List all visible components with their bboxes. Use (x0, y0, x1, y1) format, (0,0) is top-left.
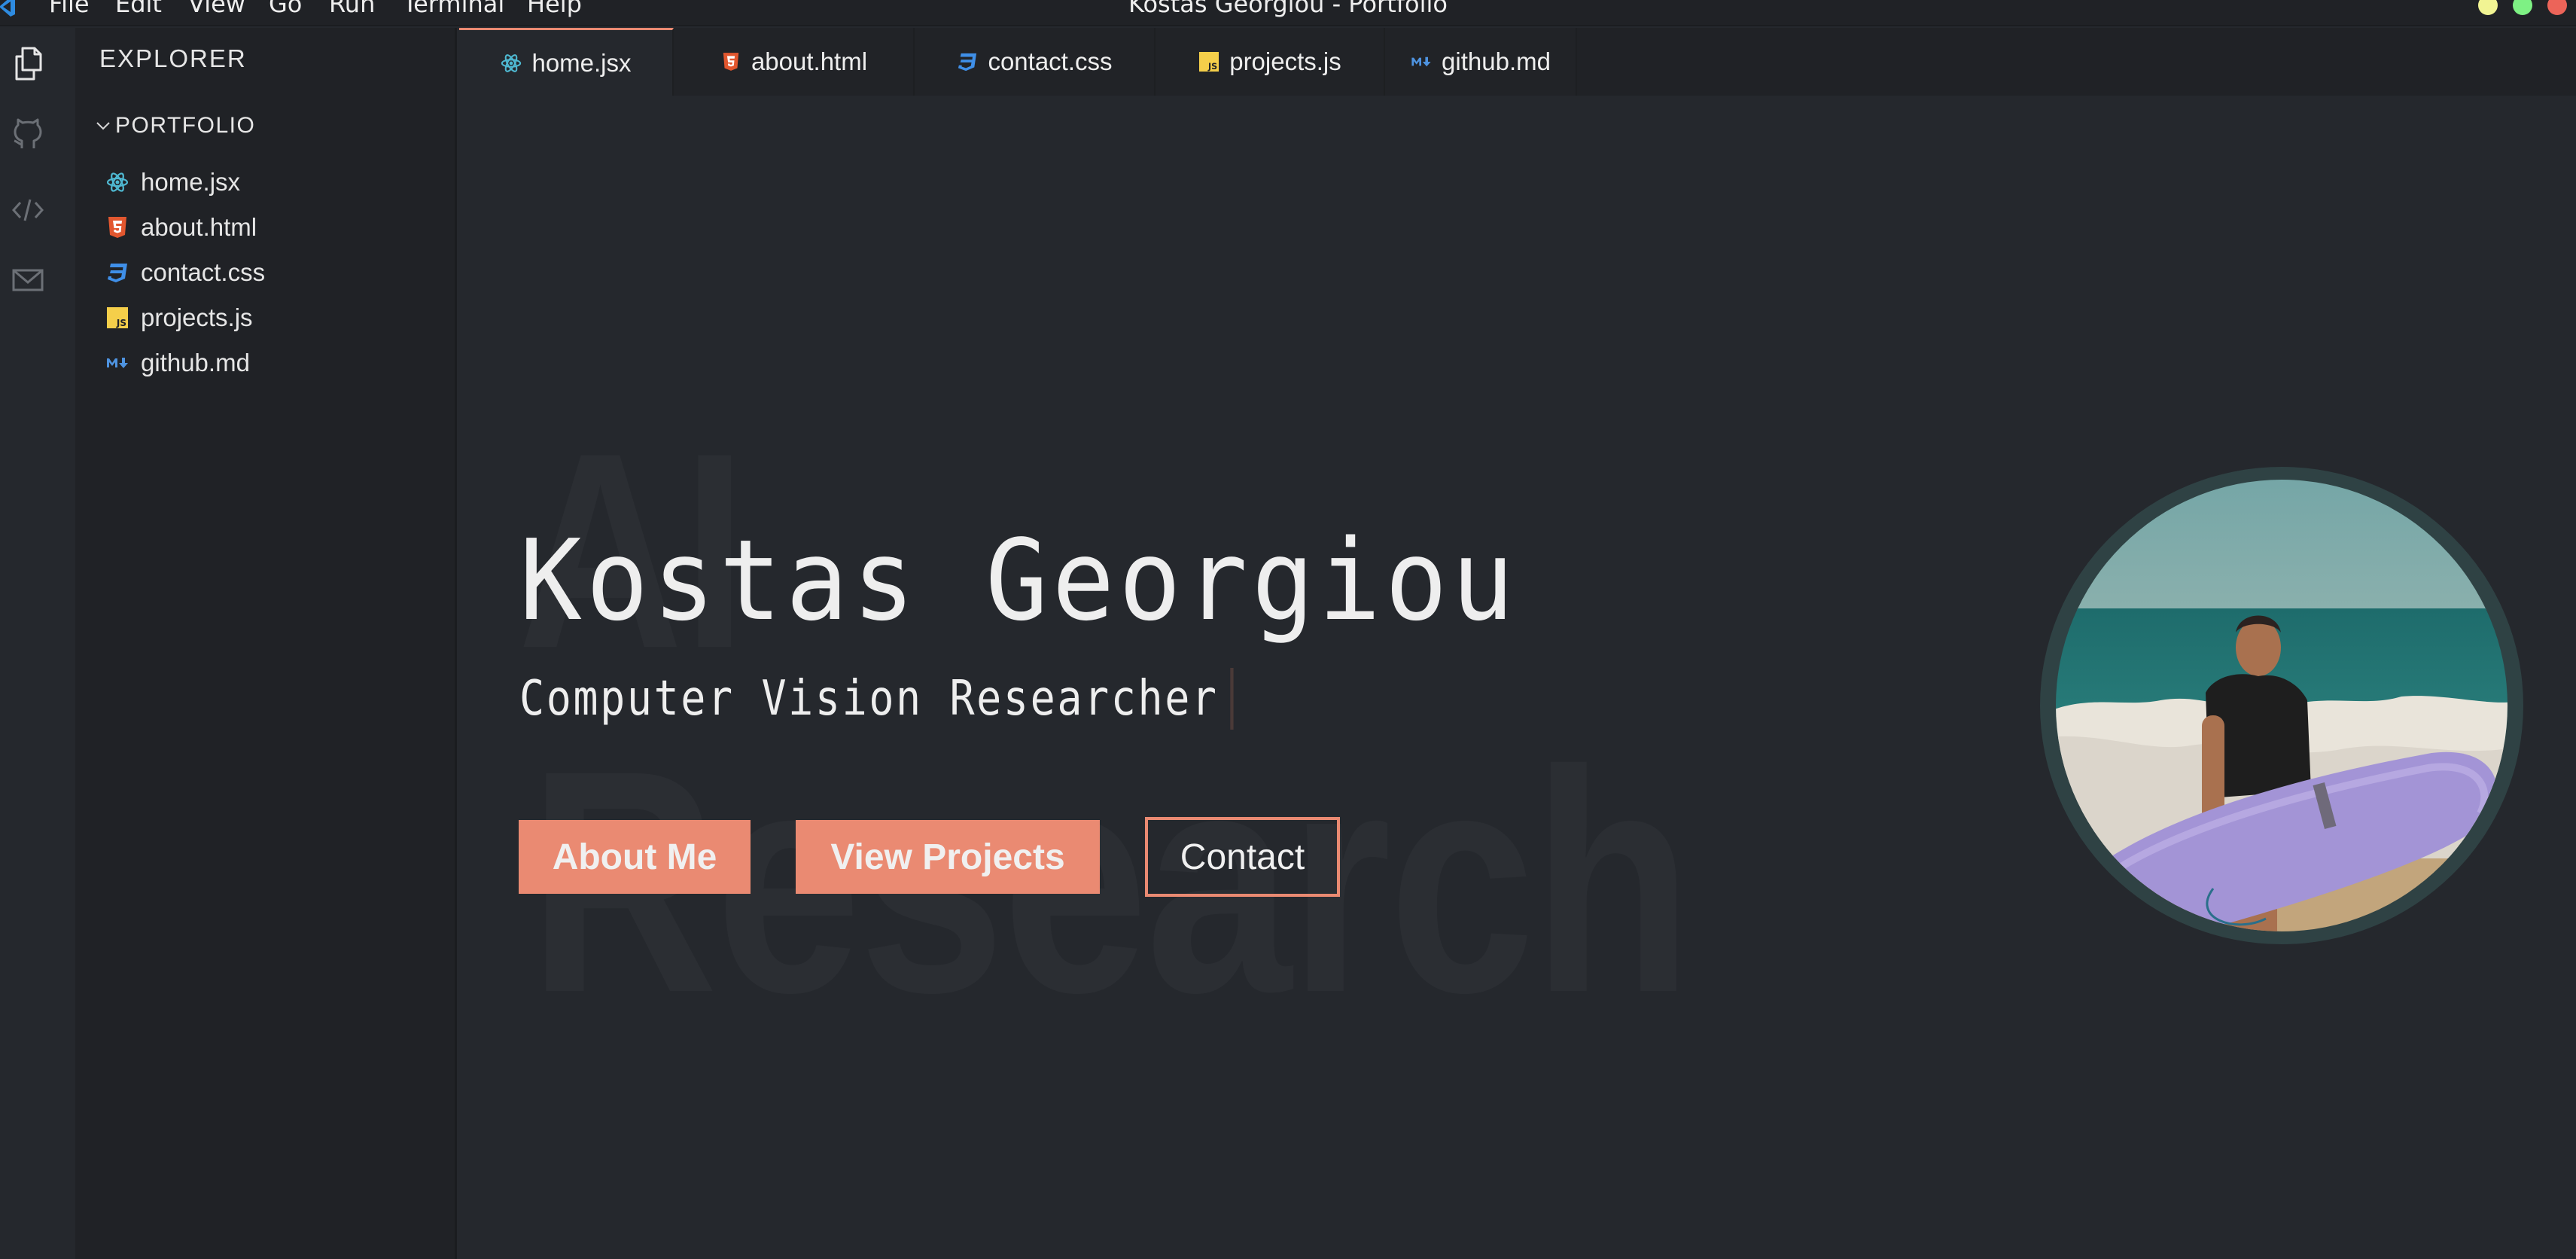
title-bar: File Edit View Go Run Terminal Help Kost… (0, 0, 2576, 26)
tab-label: home.jsx (531, 48, 632, 77)
chevron-down-icon (96, 122, 110, 130)
contact-button[interactable]: Contact (1145, 817, 1340, 897)
typing-caret (1230, 668, 1234, 730)
folder-label: PORTFOLIO (115, 113, 256, 138)
file-name: contact.css (141, 258, 266, 286)
html5-icon (720, 50, 742, 73)
avatar-photo (2056, 480, 2507, 931)
files-icon[interactable] (12, 46, 44, 82)
tab-label: contact.css (988, 47, 1113, 75)
tab-home-jsx[interactable]: home.jsx (459, 28, 674, 96)
file-github-md[interactable]: github.md (105, 343, 437, 383)
file-home-jsx[interactable]: home.jsx (105, 163, 437, 202)
react-icon (105, 170, 129, 194)
file-name: about.html (141, 213, 257, 241)
tab-github-md[interactable]: github.md (1385, 28, 1577, 96)
tab-label: github.md (1442, 47, 1551, 75)
hero-name: Kostas Georgiou (519, 516, 1518, 645)
editor-content: AI Research Kostas Georgiou Computer Vis… (459, 96, 2576, 1259)
editor-tab-bar: home.jsx about.html contact.css JS proje… (459, 28, 2576, 96)
github-icon[interactable] (12, 118, 44, 154)
view-projects-button[interactable]: View Projects (796, 820, 1100, 894)
file-name: github.md (141, 349, 250, 376)
tab-label: projects.js (1229, 47, 1341, 75)
css3-icon (105, 261, 129, 285)
about-me-button[interactable]: About Me (519, 820, 751, 894)
react-icon (500, 52, 522, 75)
explorer-sidebar: EXPLORER PORTFOLIO home.jsx about.html c… (75, 28, 457, 1259)
avatar[interactable] (2040, 467, 2523, 944)
tab-projects-js[interactable]: JS projects.js (1156, 28, 1385, 96)
tab-about-html[interactable]: about.html (674, 28, 915, 96)
code-icon[interactable] (12, 192, 44, 228)
file-name: projects.js (141, 303, 253, 331)
svg-text:JS: JS (116, 318, 126, 328)
svg-text:JS: JS (1207, 62, 1217, 72)
file-about-html[interactable]: about.html (105, 208, 437, 247)
css3-icon (956, 50, 979, 73)
explorer-header: EXPLORER (99, 44, 247, 72)
file-projects-js[interactable]: JS projects.js (105, 298, 437, 337)
tab-contact-css[interactable]: contact.css (915, 28, 1156, 96)
window-title: Kostas Georgiou - Portfolio (1128, 0, 1448, 18)
role-text: Computer Vision Researcher (519, 671, 1219, 727)
file-name: home.jsx (141, 168, 241, 196)
hero-role: Computer Vision Researcher (519, 668, 1234, 730)
folder-portfolio[interactable]: PORTFOLIO (95, 113, 255, 139)
file-contact-css[interactable]: contact.css (105, 253, 437, 292)
markdown-icon (1410, 50, 1433, 73)
javascript-icon: JS (1198, 50, 1220, 73)
activity-bar (0, 28, 75, 1259)
tab-label: about.html (751, 47, 868, 75)
mail-icon[interactable] (12, 263, 44, 299)
html5-icon (105, 215, 129, 239)
javascript-icon: JS (105, 306, 129, 330)
markdown-icon (105, 351, 129, 375)
